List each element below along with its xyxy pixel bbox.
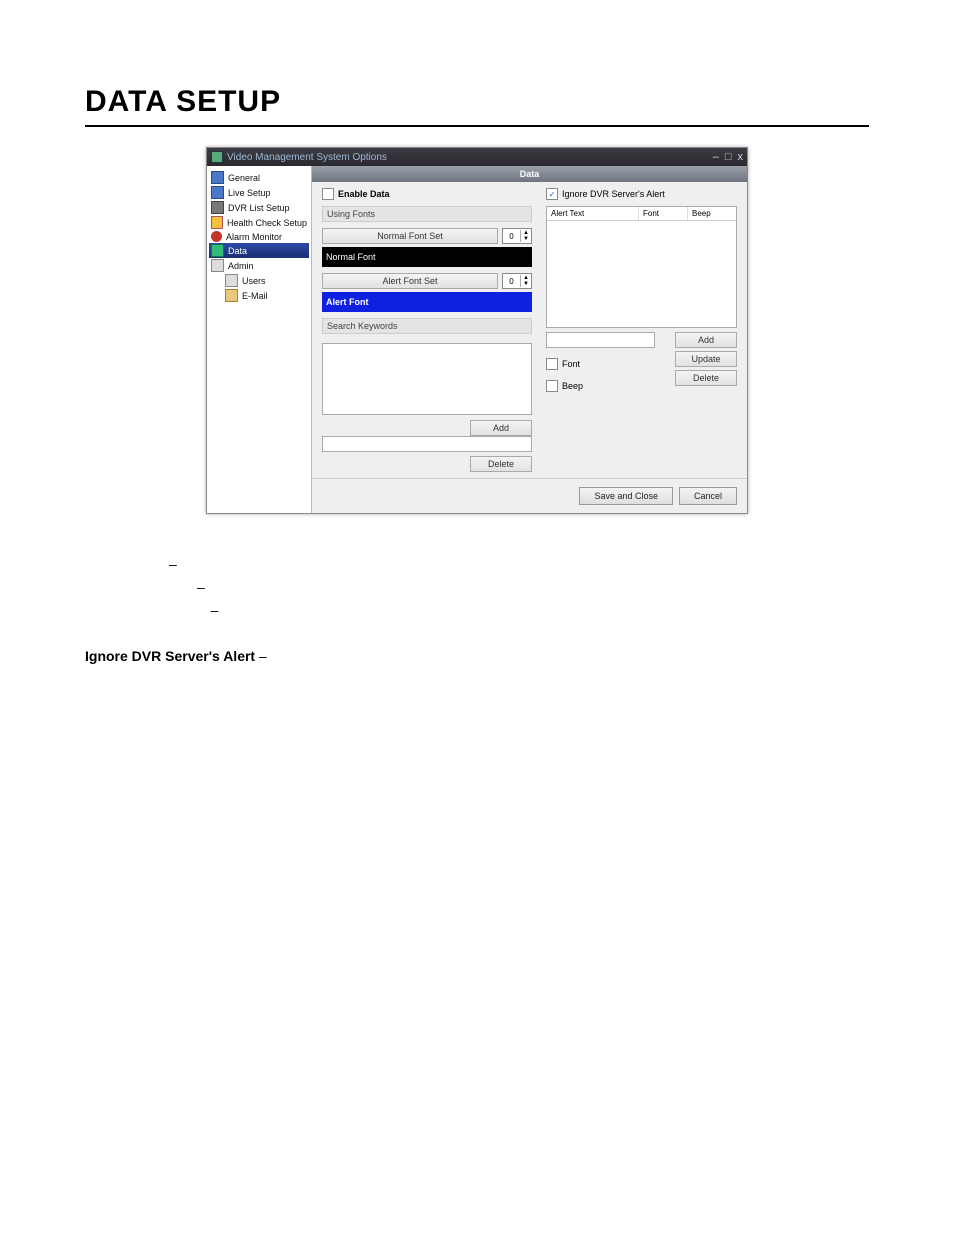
- desc-normal-font-text: Set the style of the incoming data.: [209, 579, 420, 595]
- using-fonts-group: Using Fonts: [322, 206, 532, 222]
- tree-label: E-Mail: [242, 291, 268, 301]
- alert-table[interactable]: Alert Text Font Beep: [546, 206, 737, 328]
- chevron-down-icon[interactable]: ▼: [523, 281, 529, 287]
- ignore-alert-checkbox[interactable]: ✓: [546, 188, 558, 200]
- alert-update-button[interactable]: Update: [675, 351, 737, 367]
- alert-text-input[interactable]: [546, 332, 655, 348]
- close-icon[interactable]: x: [738, 152, 744, 163]
- tree-item-email[interactable]: E-Mail: [209, 288, 309, 303]
- email-icon: [225, 289, 238, 302]
- tree-label: Live Setup: [228, 188, 271, 198]
- tree-item-alarm-monitor[interactable]: Alarm Monitor: [209, 230, 309, 243]
- desc-ignore-label: Ignore DVR Server's Alert: [85, 648, 255, 664]
- dash: –: [255, 648, 271, 664]
- tree-label: General: [228, 173, 260, 183]
- tree-label: Admin: [228, 261, 254, 271]
- col-beep: Beep: [688, 207, 736, 220]
- tree-label: Health Check Setup: [227, 218, 307, 228]
- beep-option-label: Beep: [562, 381, 583, 391]
- page-title: DATA SETUP: [85, 85, 869, 119]
- col-font: Font: [639, 207, 688, 220]
- tree-label: DVR List Setup: [228, 203, 290, 213]
- alert-add-button[interactable]: Add: [675, 332, 737, 348]
- page-number: 57: [85, 1108, 869, 1123]
- warning-icon: [211, 216, 223, 229]
- tree-label: Users: [242, 276, 266, 286]
- keyword-delete-button[interactable]: Delete: [470, 456, 532, 472]
- font-option-label: Font: [562, 359, 580, 369]
- options-dialog: Video Management System Options – □ x Ge…: [206, 147, 748, 514]
- alarm-icon: [211, 231, 222, 242]
- minimize-icon[interactable]: –: [713, 152, 719, 163]
- monitor-icon: [211, 171, 224, 184]
- pane-header: Data: [312, 166, 747, 182]
- save-and-close-button[interactable]: Save and Close: [579, 487, 673, 505]
- users-icon: [225, 274, 238, 287]
- admin-icon: [211, 259, 224, 272]
- desc-enable-data-text: Display data in RLM live view.: [181, 556, 366, 572]
- normal-font-size-spinner[interactable]: 0 ▲▼: [502, 228, 532, 244]
- keyword-input[interactable]: [322, 436, 532, 452]
- keyword-add-button[interactable]: Add: [470, 420, 532, 436]
- tree-item-admin[interactable]: Admin: [209, 258, 309, 273]
- alert-font-preview: Alert Font: [322, 292, 532, 312]
- desc-search-kw-text: Designate specific keywords for transact…: [218, 625, 552, 641]
- beep-checkbox[interactable]: [546, 380, 558, 392]
- dash: –: [207, 602, 223, 618]
- cancel-button[interactable]: Cancel: [679, 487, 737, 505]
- dash: –: [193, 579, 209, 595]
- description-block: Enable Data – Display data in RLM live v…: [85, 554, 869, 688]
- tree-item-users[interactable]: Users: [209, 273, 309, 288]
- spinner-value: 0: [503, 232, 520, 241]
- desc-alert-font-label: Alert Font Set: [115, 602, 207, 618]
- maximize-icon[interactable]: □: [725, 152, 732, 163]
- normal-font-set-button[interactable]: Normal Font Set: [322, 228, 498, 244]
- alert-font-size-spinner[interactable]: 0 ▲▼: [502, 273, 532, 289]
- alert-font-set-button[interactable]: Alert Font Set: [322, 273, 498, 289]
- dash: –: [165, 556, 181, 572]
- desc-alert-font-text: Set the style for alert words.: [222, 602, 396, 618]
- normal-font-preview: Normal Font: [322, 247, 532, 267]
- ignore-alert-label: Ignore DVR Server's Alert: [562, 189, 665, 199]
- desc-normal-font-label: Normal Font Set: [85, 579, 193, 595]
- tree-item-health-check[interactable]: Health Check Setup: [209, 215, 309, 230]
- search-keywords-list[interactable]: [322, 343, 532, 415]
- app-icon: [211, 151, 223, 163]
- col-alert-text: Alert Text: [547, 207, 639, 220]
- tree-item-dvr-list[interactable]: DVR List Setup: [209, 200, 309, 215]
- title-rule: [85, 125, 869, 127]
- tree-item-data[interactable]: Data: [209, 243, 309, 258]
- desc-search-kw-label: Search Keywords: [85, 625, 203, 641]
- tree-item-live-setup[interactable]: Live Setup: [209, 185, 309, 200]
- monitor-icon: [211, 186, 224, 199]
- spinner-value: 0: [503, 277, 520, 286]
- dialog-titlebar: Video Management System Options – □ x: [207, 148, 747, 166]
- dialog-title: Video Management System Options: [227, 152, 387, 163]
- tree-label: Data: [228, 246, 247, 256]
- list-icon: [211, 201, 224, 214]
- font-checkbox[interactable]: [546, 358, 558, 370]
- tree-item-general[interactable]: General: [209, 170, 309, 185]
- enable-data-checkbox[interactable]: [322, 188, 334, 200]
- alert-delete-button[interactable]: Delete: [675, 370, 737, 386]
- search-keywords-label: Search Keywords: [322, 318, 532, 334]
- enable-data-label: Enable Data: [338, 189, 390, 199]
- tree-label: Alarm Monitor: [226, 232, 282, 242]
- desc-enable-data-label: Enable Data: [85, 556, 165, 572]
- settings-tree[interactable]: General Live Setup DVR List Setup Health…: [207, 166, 312, 513]
- data-icon: [211, 244, 224, 257]
- dash: –: [203, 625, 219, 641]
- chevron-down-icon[interactable]: ▼: [523, 236, 529, 242]
